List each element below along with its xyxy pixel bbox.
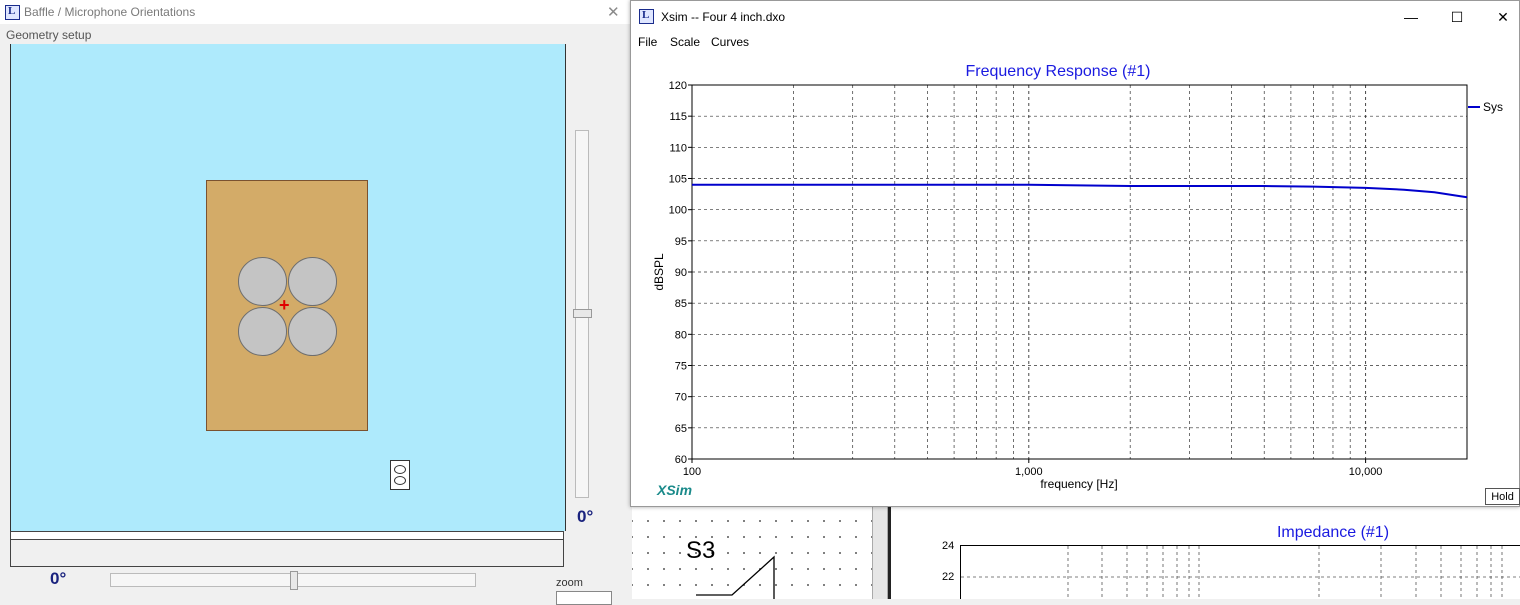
y-axis-label: dBSPL bbox=[652, 253, 666, 291]
chart-title: Frequency Response (#1) bbox=[966, 63, 1151, 80]
x-tick-label: 1,000 bbox=[1015, 466, 1043, 478]
y-tick-label: 75 bbox=[675, 361, 687, 373]
chart-ticks: 60 65 70 75 80 85 90 95 100 105 110 115 120 100 1,000 1… bbox=[669, 80, 1383, 478]
y-tick-label: 85 bbox=[675, 298, 687, 310]
baffle-window: L Baffle / Microphone Orientations ✕ Geo… bbox=[0, 0, 630, 605]
xsim-window: L Xsim -- Four 4 inch.dxo — ☐ ✕ File Sca… bbox=[630, 0, 1520, 507]
xsim-window-title: Xsim -- Four 4 inch.dxo bbox=[661, 10, 786, 24]
legend-label-sys: Sys bbox=[1483, 100, 1503, 114]
xsim-app-icon: L bbox=[5, 5, 20, 20]
y-tick-label: 120 bbox=[669, 80, 687, 92]
zoom-control[interactable] bbox=[556, 591, 612, 605]
frequency-response-chart[interactable]: Frequency Response (#1) 60 65 70 75 80 85 90 95… bbox=[631, 52, 1519, 506]
baffle-window-title: Baffle / Microphone Orientations bbox=[24, 5, 196, 19]
impedance-chart-title: Impedance (#1) bbox=[1276, 524, 1390, 541]
series-line-sys bbox=[692, 183, 1468, 199]
impedance-y-tick: 24 bbox=[942, 540, 955, 552]
y-tick-label: 65 bbox=[675, 423, 687, 435]
xsim-brand-logo: XSim bbox=[656, 482, 692, 498]
y-tick-label: 60 bbox=[675, 454, 687, 466]
horizontal-angle-slider-thumb[interactable] bbox=[290, 571, 298, 590]
maximize-button[interactable]: ☐ bbox=[1434, 5, 1480, 29]
baffle-top-view-strip bbox=[10, 540, 564, 567]
chart-grid bbox=[692, 85, 1467, 459]
window-divider bbox=[872, 507, 888, 599]
zoom-label: zoom bbox=[556, 577, 583, 589]
menu-file[interactable]: File bbox=[638, 35, 657, 49]
y-tick-label: 105 bbox=[669, 174, 687, 186]
vertical-angle-slider-thumb[interactable] bbox=[573, 309, 592, 318]
y-tick-label: 70 bbox=[675, 392, 687, 404]
driver-bottom-right[interactable] bbox=[288, 307, 337, 356]
y-tick-label: 110 bbox=[669, 142, 687, 154]
y-tick-label: 115 bbox=[669, 111, 687, 123]
y-tick-label: 80 bbox=[675, 329, 687, 341]
impedance-grid bbox=[961, 546, 1520, 600]
baffle-close-button[interactable]: ✕ bbox=[607, 3, 620, 21]
schematic-window: S3 bbox=[632, 507, 872, 599]
minimize-button[interactable]: — bbox=[1388, 5, 1434, 29]
x-axis-label: frequency [Hz] bbox=[1040, 477, 1117, 491]
xsim-menubar: File Scale Curves bbox=[631, 32, 1519, 52]
chart-series: Sys bbox=[692, 100, 1503, 199]
menu-scale[interactable]: Scale bbox=[670, 35, 700, 49]
mic-position-cross-icon: + bbox=[279, 295, 290, 315]
hold-button[interactable]: Hold bbox=[1485, 488, 1520, 505]
impedance-plot-area bbox=[960, 545, 1520, 600]
horizontal-angle-readout: 0° bbox=[50, 569, 67, 588]
y-tick-label: 100 bbox=[669, 205, 687, 217]
geometry-setup-menu[interactable]: Geometry setup bbox=[6, 28, 91, 42]
baffle-titlebar: L Baffle / Microphone Orientations ✕ bbox=[0, 0, 630, 24]
menu-curves[interactable]: Curves bbox=[711, 35, 749, 49]
baffle-menubar: Geometry setup bbox=[0, 24, 630, 44]
y-tick-label: 90 bbox=[675, 267, 687, 279]
microphone-icon[interactable] bbox=[390, 460, 410, 490]
driver-top-right[interactable] bbox=[288, 257, 337, 306]
xsim-app-icon: L bbox=[639, 9, 654, 24]
close-button[interactable]: ✕ bbox=[1480, 5, 1520, 29]
baffle-side-view-strip bbox=[10, 531, 564, 540]
x-tick-label: 100 bbox=[683, 466, 701, 478]
y-tick-label: 95 bbox=[675, 236, 687, 248]
impedance-y-tick: 22 bbox=[942, 571, 955, 583]
schematic-symbol bbox=[696, 555, 775, 599]
x-tick-label: 10,000 bbox=[1349, 466, 1383, 478]
vertical-angle-readout: 0° bbox=[577, 507, 594, 526]
xsim-titlebar: L Xsim -- Four 4 inch.dxo — ☐ ✕ bbox=[631, 1, 1519, 32]
